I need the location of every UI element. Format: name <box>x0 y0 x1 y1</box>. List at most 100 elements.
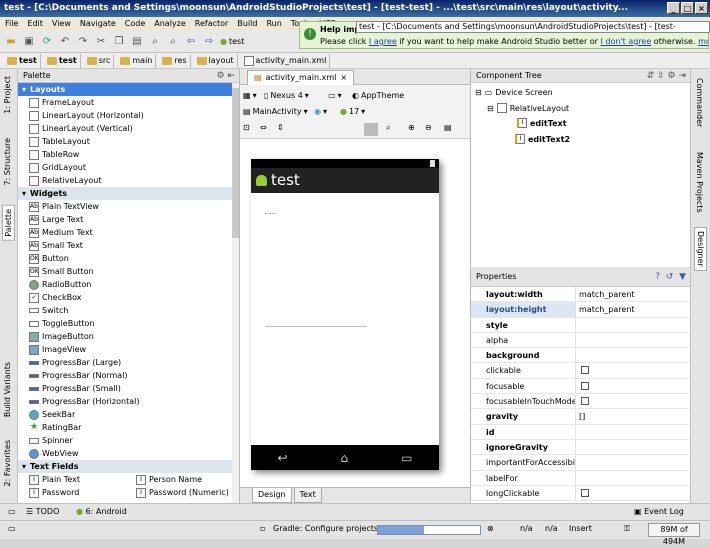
event-log-tab[interactable]: ▣ Event Log <box>634 507 684 516</box>
menu-analyze[interactable]: Analyze <box>154 17 186 31</box>
palette-item[interactable]: I Password <box>18 486 125 499</box>
back-icon[interactable]: ⇦ <box>184 35 198 49</box>
property-checkbox[interactable] <box>581 381 589 390</box>
menu-navigate[interactable]: Navigate <box>80 17 116 31</box>
menu-code[interactable]: Code <box>125 17 145 31</box>
palette-item[interactable]: RelativeLayout <box>18 174 239 187</box>
crumb-layout[interactable]: layout <box>194 53 238 68</box>
palette-item[interactable]: Ab Large Text <box>18 213 239 226</box>
palette-item[interactable]: Ab Plain TextView <box>18 200 239 213</box>
crumb-res[interactable]: res <box>159 53 191 68</box>
more-link[interactable]: more... <box>698 37 708 46</box>
property-row[interactable]: ignoreGravity <box>471 439 690 456</box>
tab-maven-projects[interactable]: Maven Projects <box>694 149 705 216</box>
activity-selector[interactable]: ▤ MainActivity ▾ <box>243 107 308 116</box>
palette-item[interactable]: Spinner <box>18 434 239 447</box>
palette-item[interactable]: SeekBar <box>18 408 239 421</box>
palette-item[interactable]: OK Small Button <box>18 265 239 278</box>
close-button[interactable]: × <box>695 2 708 14</box>
api-level-selector[interactable]: ● 17 ▾ <box>340 107 365 116</box>
property-value[interactable]: match_parent <box>576 287 690 301</box>
minimize-button[interactable]: _ <box>667 2 680 14</box>
property-value[interactable] <box>576 333 690 347</box>
menu-build[interactable]: Build <box>237 17 257 31</box>
palette-item[interactable]: WebView <box>18 447 239 460</box>
property-row[interactable]: longClickable <box>471 485 690 502</box>
palette-item[interactable]: GridLayout <box>18 161 239 174</box>
menu-refactor[interactable]: Refactor <box>195 17 229 31</box>
palette-item[interactable]: TableRow <box>18 148 239 161</box>
property-value[interactable] <box>576 425 690 439</box>
device-selector[interactable]: ▯ Nexus 4 ▾ <box>264 91 309 100</box>
lock-icon[interactable]: ⚿ <box>624 524 630 534</box>
palette-item[interactable]: Ab Medium Text <box>18 226 239 239</box>
tree-node-relative-layout[interactable]: ⊟ RelativeLayout <box>487 103 569 113</box>
property-value[interactable] <box>576 471 690 485</box>
run-config-selector[interactable]: ● test <box>220 37 244 46</box>
property-value[interactable] <box>576 318 690 332</box>
tab-designer[interactable]: Designer <box>694 227 707 271</box>
palette-item[interactable]: I Plain Text <box>18 473 125 486</box>
category-widgets[interactable]: ▾ Widgets <box>18 187 239 200</box>
disagree-link[interactable]: I don't agree <box>601 37 652 46</box>
memory-indicator[interactable]: 89M of 494M <box>648 523 700 546</box>
tab-text[interactable]: Text <box>293 488 322 503</box>
copy-icon[interactable]: ❐ <box>112 35 126 49</box>
scrollbar-thumb[interactable] <box>232 88 239 238</box>
crumb-src[interactable]: src <box>84 53 115 68</box>
palette-settings-icon[interactable]: ⚙ ⇤ <box>217 69 235 83</box>
crumb-main[interactable]: main <box>117 53 157 68</box>
property-row[interactable]: importantForAccessibility <box>471 455 690 471</box>
palette-item[interactable]: ProgressBar (Small) <box>18 382 239 395</box>
property-row[interactable]: background <box>471 348 690 364</box>
property-value[interactable] <box>576 363 690 377</box>
status-toggle-icon[interactable]: ▭ <box>8 524 16 533</box>
palette-item[interactable]: ProgressBar (Normal) <box>18 369 239 382</box>
zoom-out-icon[interactable]: ⊖ <box>425 123 432 132</box>
menu-view[interactable]: View <box>52 17 71 31</box>
property-value[interactable] <box>576 455 690 469</box>
property-value[interactable]: match_parent <box>576 302 690 316</box>
resize-horizontal-icon[interactable]: ⇔ <box>260 123 267 132</box>
property-value[interactable] <box>576 348 690 362</box>
property-checkbox[interactable] <box>581 397 589 406</box>
maximize-button[interactable]: □ <box>681 2 694 14</box>
palette-scrollbar[interactable] <box>232 83 239 503</box>
palette-item[interactable]: ✔ CheckBox <box>18 291 239 304</box>
palette-item[interactable]: ProgressBar (Horizontal) <box>18 395 239 408</box>
tree-node-device-screen[interactable]: ⊟ ▭ Device Screen <box>475 88 553 97</box>
property-value[interactable]: [] <box>576 409 690 423</box>
property-row[interactable]: layout:width match_parent <box>471 287 690 303</box>
zoom-in-icon[interactable]: ⊕ <box>408 123 415 132</box>
orientation-button[interactable]: ▭ ▾ <box>328 91 342 100</box>
palette-item[interactable]: ToggleButton <box>18 317 239 330</box>
palette-item[interactable]: ProgressBar (Large) <box>18 356 239 369</box>
palette-item[interactable]: FrameLayout <box>18 96 239 109</box>
undo-icon[interactable]: ↶ <box>58 35 72 49</box>
find-icon[interactable]: ⌕ <box>148 35 162 49</box>
android-tab[interactable]: ● 6: Android <box>76 507 127 516</box>
property-value[interactable] <box>576 486 690 500</box>
property-row[interactable]: focusable <box>471 378 690 395</box>
palette-item[interactable]: ★ RatingBar <box>18 421 239 434</box>
property-value[interactable] <box>576 394 690 408</box>
tab-commander[interactable]: Commander <box>694 75 705 130</box>
property-row[interactable]: layout:height match_parent <box>471 302 690 318</box>
tab-design[interactable]: Design <box>252 488 292 503</box>
theme-selector[interactable]: ◐ AppTheme <box>352 91 404 100</box>
property-row[interactable]: clickable <box>471 363 690 379</box>
editor-tab-activity-main[interactable]: ▤ activity_main.xml × <box>247 70 355 85</box>
palette-item[interactable]: Ab Small Text <box>18 239 239 252</box>
zoom-actual-icon[interactable] <box>364 123 378 136</box>
device-screen[interactable] <box>251 193 439 445</box>
layout-variant-button[interactable]: ▦ ▾ <box>243 91 257 100</box>
tab-project[interactable]: 1: Project <box>2 73 13 117</box>
category-text-fields[interactable]: ▾ Text Fields <box>18 460 239 473</box>
property-checkbox[interactable] <box>581 366 589 375</box>
tree-controls-icon[interactable]: ⇵ ⇳ ⚙ ⇥ <box>647 69 686 83</box>
tab-build-variants[interactable]: Build Variants <box>2 359 13 420</box>
tree-node-edittext[interactable]: IeditText <box>517 118 567 128</box>
palette-item[interactable]: OK Button <box>18 252 239 265</box>
resize-vertical-icon[interactable]: ⇕ <box>277 123 284 132</box>
category-layouts[interactable]: ▾ Layouts <box>18 83 239 96</box>
